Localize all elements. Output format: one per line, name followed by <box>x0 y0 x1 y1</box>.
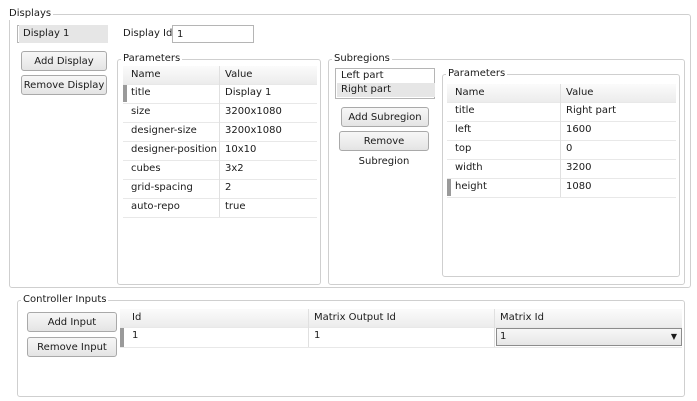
subregion-list-item[interactable]: Right part <box>337 83 435 97</box>
param-name: grid-spacing <box>131 182 193 193</box>
table-row[interactable]: height 1080 <box>447 178 676 198</box>
param-name: height <box>455 181 487 192</box>
column-header-matrix-id[interactable]: Matrix Id <box>496 309 544 327</box>
remove-input-button[interactable]: Remove Input <box>27 337 117 357</box>
param-value[interactable]: Display 1 <box>221 84 271 102</box>
controller-inputs-header: Id Matrix Output Id Matrix Id <box>120 309 682 328</box>
subregion-parameters-header: Name Value <box>447 84 676 103</box>
display-id-label: Display Id: <box>123 28 176 39</box>
param-name: auto-repo <box>131 201 180 212</box>
row-selection-marker <box>120 328 124 347</box>
column-header-value[interactable]: Value <box>562 84 593 102</box>
param-value[interactable]: true <box>221 198 246 216</box>
add-subregion-button[interactable]: Add Subregion <box>341 107 429 127</box>
add-display-button[interactable]: Add Display <box>21 51 107 71</box>
column-header-value[interactable]: Value <box>221 66 252 84</box>
column-header-name[interactable]: Name <box>127 66 161 84</box>
controller-inputs-legend: Controller Inputs <box>21 294 109 306</box>
table-row[interactable]: grid-spacing 2 <box>123 179 317 199</box>
parameters-table[interactable]: Name Value title Display 1 size 3200x108… <box>123 66 317 218</box>
displays-legend: Displays <box>7 8 54 20</box>
parameters-table-header: Name Value <box>123 66 317 85</box>
controller-inputs-table[interactable]: Id Matrix Output Id Matrix Id 1 1 1 ▼ <box>120 309 682 348</box>
param-value[interactable]: 3200 <box>562 159 591 177</box>
param-name: width <box>455 162 483 173</box>
subregion-parameters-table[interactable]: Name Value title Right part left 1600 to… <box>447 84 676 199</box>
param-value[interactable]: Right part <box>562 102 616 120</box>
matrix-output-id[interactable]: 1 <box>310 327 320 345</box>
param-value[interactable]: 2 <box>221 179 231 197</box>
column-header-name[interactable]: Name <box>451 84 485 102</box>
param-value[interactable]: 10x10 <box>221 141 256 159</box>
param-name: designer-size <box>131 125 197 136</box>
column-header-matrix-output-id[interactable]: Matrix Output Id <box>310 309 396 327</box>
add-input-button[interactable]: Add Input <box>27 312 117 332</box>
table-row[interactable]: width 3200 <box>447 159 676 179</box>
chevron-down-icon: ▼ <box>670 332 677 341</box>
table-row[interactable]: title Right part <box>447 102 676 122</box>
table-row[interactable]: designer-position 10x10 <box>123 141 317 161</box>
param-value[interactable]: 3x2 <box>221 160 244 178</box>
table-row[interactable]: left 1600 <box>447 121 676 141</box>
input-id[interactable]: 1 <box>128 327 138 345</box>
table-row[interactable]: size 3200x1080 <box>123 103 317 123</box>
table-row[interactable]: title Display 1 <box>123 84 317 104</box>
param-name: top <box>455 143 472 154</box>
param-name: cubes <box>131 163 161 174</box>
subregion-list-item[interactable]: Left part <box>337 69 435 83</box>
table-row[interactable]: top 0 <box>447 140 676 160</box>
subregions-legend: Subregions <box>332 53 392 65</box>
remove-subregion-button[interactable]: Remove Subregion <box>339 131 429 167</box>
remove-display-button[interactable]: Remove Display <box>21 75 107 95</box>
display-id-input[interactable]: 1 <box>172 25 254 43</box>
matrix-id-dropdown[interactable]: 1 ▼ <box>496 328 682 346</box>
table-row[interactable]: cubes 3x2 <box>123 160 317 180</box>
table-row[interactable]: 1 1 1 ▼ <box>120 327 682 348</box>
param-value[interactable]: 3200x1080 <box>221 103 282 121</box>
parameters-legend: Parameters <box>121 53 183 65</box>
table-row[interactable]: designer-size 3200x1080 <box>123 122 317 142</box>
table-row[interactable]: auto-repo true <box>123 198 317 218</box>
param-value[interactable]: 1600 <box>562 121 591 139</box>
param-value[interactable]: 0 <box>562 140 572 158</box>
display-list[interactable]: Display 1 <box>17 25 108 43</box>
param-name: left <box>455 124 472 135</box>
subregion-list[interactable]: Left part Right part <box>335 68 435 99</box>
param-name: designer-position <box>131 144 218 155</box>
param-name: size <box>131 106 151 117</box>
param-name: title <box>131 87 151 98</box>
subregion-parameters-legend: Parameters <box>446 68 508 80</box>
param-value[interactable]: 1080 <box>562 178 591 196</box>
display-list-item[interactable]: Display 1 <box>19 25 108 43</box>
param-value[interactable]: 3200x1080 <box>221 122 282 140</box>
column-header-id[interactable]: Id <box>128 309 141 327</box>
param-name: title <box>455 105 475 116</box>
matrix-id-selected-value: 1 <box>500 331 507 342</box>
